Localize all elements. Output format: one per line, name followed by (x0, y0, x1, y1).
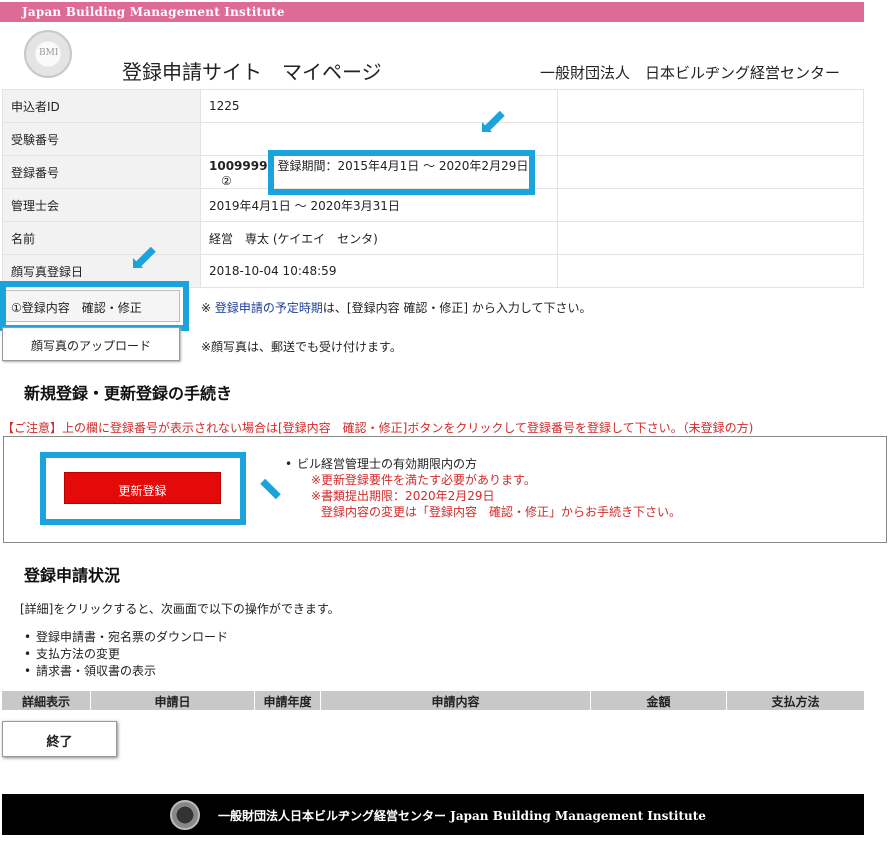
highlight-box-period (268, 150, 535, 195)
operations-list: • 登録申請書・宛名票のダウンロード • 支払方法の変更 • 請求書・領収書の表示 (24, 629, 228, 680)
name-value: 経営 専太 (ケイエイ センタ) (200, 221, 558, 255)
empty-cell (557, 254, 864, 288)
renew-info-line: 登録内容の変更は「登録内容 確認・修正」からお手続き下さい。 (321, 505, 682, 519)
empty-cell (557, 188, 864, 222)
renew-info: • ビル経営管理士の有効期限内の方 ※更新登録要件を満たす必要があります。 ※書類… (285, 456, 682, 520)
site-title: 登録申請サイト マイページ (122, 60, 382, 84)
arrow-down-left-icon (133, 252, 153, 268)
table-row: 申込者ID 1225 (2, 89, 864, 123)
council-label: 管理士会 (2, 188, 201, 222)
renew-info-line: ビル経営管理士の有効期限内の方 (297, 457, 478, 471)
footer-text: 一般財団法人日本ビルヂング経営センター Japan Building Manag… (218, 809, 706, 823)
status-heading: 登録申請状況 (24, 566, 121, 585)
photo-note: ※顔写真は、郵送でも受け付けます。 (201, 340, 402, 354)
exam-number-label: 受験番号 (2, 122, 201, 156)
applicant-id-label: 申込者ID (2, 89, 201, 123)
reg-number-label: 登録番号 (2, 155, 201, 189)
column-header: 申請日 (91, 691, 255, 710)
confirm-note: ※ 登録申請の予定時期は、[登録内容 確認・修正] から入力して下さい。 (201, 299, 592, 316)
organization-name: 一般財団法人 日本ビルヂング経営センター (540, 64, 841, 82)
table-row: 名前 経営 専太 (ケイエイ センタ) (2, 221, 864, 255)
list-item: • 請求書・領収書の表示 (24, 664, 157, 678)
note-prefix: ※ (201, 301, 215, 315)
status-description: [詳細]をクリックすると、次画面で以下の操作ができます。 (20, 602, 340, 616)
column-header: 支払方法 (771, 695, 820, 709)
empty-cell (557, 89, 864, 123)
end-button[interactable]: 終了 (2, 721, 117, 757)
column-header: 金額 (591, 691, 727, 710)
highlight-box-confirm (0, 281, 189, 331)
reg-number-value: 1009999 (209, 158, 268, 173)
caution-text: 【ご注意】上の欄に登録番号が表示されない場合は[登録内容 確認・修正]ボタンをク… (2, 421, 754, 435)
column-header: 詳細表示 (2, 691, 91, 710)
bullet-dot: • (285, 457, 293, 471)
renew-button[interactable]: 更新登録 (64, 472, 221, 504)
list-item: • 登録申請書・宛名票のダウンロード (24, 630, 229, 644)
note-rest: は、[登録内容 確認・修正] から入力して下さい。 (322, 301, 592, 315)
logo-text: BMI (39, 48, 59, 58)
empty-cell (557, 221, 864, 255)
photo-upload-button[interactable]: 顔写真のアップロード (2, 327, 180, 361)
photo-date-value: 2018-10-04 10:48:59 (200, 254, 558, 288)
renew-info-line: ※更新登録要件を満たす必要があります。 (311, 473, 536, 487)
list-item: • 支払方法の変更 (24, 647, 121, 661)
marker-2: ② (221, 173, 232, 188)
status-table-header: 詳細表示 申請日 申請年度 申請内容 金額 支払方法 (2, 691, 864, 710)
arrow-up-left-icon (262, 484, 278, 500)
column-header: 申請年度 (255, 691, 321, 710)
footer: 一般財団法人日本ビルヂング経営センター Japan Building Manag… (2, 794, 864, 835)
top-banner: Japan Building Management Institute (0, 2, 864, 22)
page-header: BMI 登録申請サイト マイページ 一般財団法人 日本ビルヂング経営センター (0, 22, 864, 88)
procedure-heading: 新規登録・更新登録の手続き (24, 384, 233, 403)
column-header: 申請内容 (321, 691, 591, 710)
applicant-id-value: 1225 (200, 89, 558, 123)
renew-info-line: ※書類提出期限：2020年2月29日 (311, 489, 495, 503)
arrow-down-left-icon (482, 116, 502, 132)
note-highlight: 登録申請の予定時期 (214, 301, 323, 315)
institute-name: Japan Building Management Institute (22, 5, 285, 19)
empty-cell (557, 122, 864, 156)
name-label: 名前 (2, 221, 201, 255)
empty-cell (557, 155, 864, 189)
footer-logo (170, 800, 200, 830)
bmi-logo: BMI (24, 30, 72, 78)
